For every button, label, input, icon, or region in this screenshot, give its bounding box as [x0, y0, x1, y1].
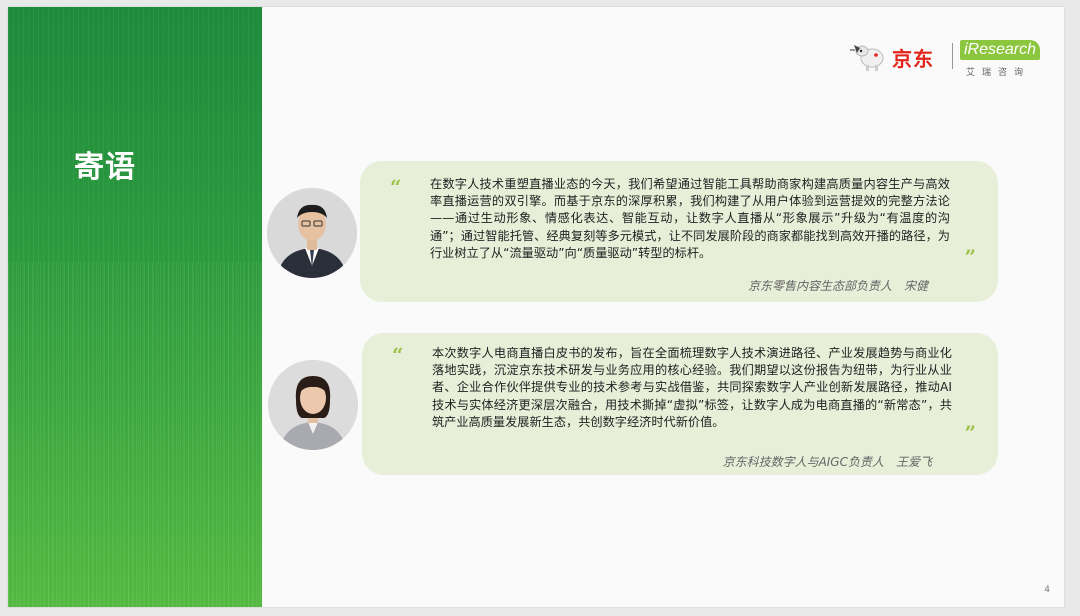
avatar-wang-aifei [268, 360, 358, 450]
logo-area: 京东 iResearch 艾瑞咨询 [848, 37, 1048, 81]
jd-wordmark: 京东 [892, 47, 934, 71]
quote-signature-2: 京东科技数字人与AIGC负责人 王爱飞 [722, 455, 932, 469]
striped-band [8, 262, 262, 607]
open-quote-icon: “ [390, 175, 402, 199]
iresearch-chinese-name: 艾瑞咨询 [966, 68, 1031, 78]
jd-dog-logo-icon [850, 45, 884, 71]
logo-divider [952, 43, 953, 69]
close-quote-icon: ” [964, 421, 976, 445]
section-title: 寄语 [74, 150, 136, 185]
quote-signature-1: 京东零售内容生态部负责人 宋健 [747, 279, 928, 293]
quote-card-1: “ 在数字人技术重塑直播业态的今天，我们希望通过智能工具帮助商家构建高质量内容生… [360, 161, 998, 302]
left-green-panel: 寄语 [8, 7, 262, 607]
quote-card-2: “ 本次数字人电商直播白皮书的发布，旨在全面梳理数字人技术演进路径、产业发展趋势… [362, 333, 998, 475]
open-quote-icon: “ [392, 343, 404, 367]
person-photo-icon [267, 188, 357, 278]
iresearch-wordmark: iResearch [960, 40, 1041, 60]
quote-text-1: 在数字人技术重塑直播业态的今天，我们希望通过智能工具帮助商家构建高质量内容生产与… [430, 177, 950, 260]
close-quote-icon: ” [964, 245, 976, 269]
page-number: 4 [1044, 585, 1050, 595]
person-photo-icon [268, 360, 358, 450]
slide: 寄语 京东 iResearch 艾瑞咨询 “ 在数字人技术重塑直播业态的今天，我… [8, 7, 1064, 607]
avatar-song-jian [267, 188, 357, 278]
quote-text-2: 本次数字人电商直播白皮书的发布，旨在全面梳理数字人技术演进路径、产业发展趋势与商… [432, 346, 952, 429]
